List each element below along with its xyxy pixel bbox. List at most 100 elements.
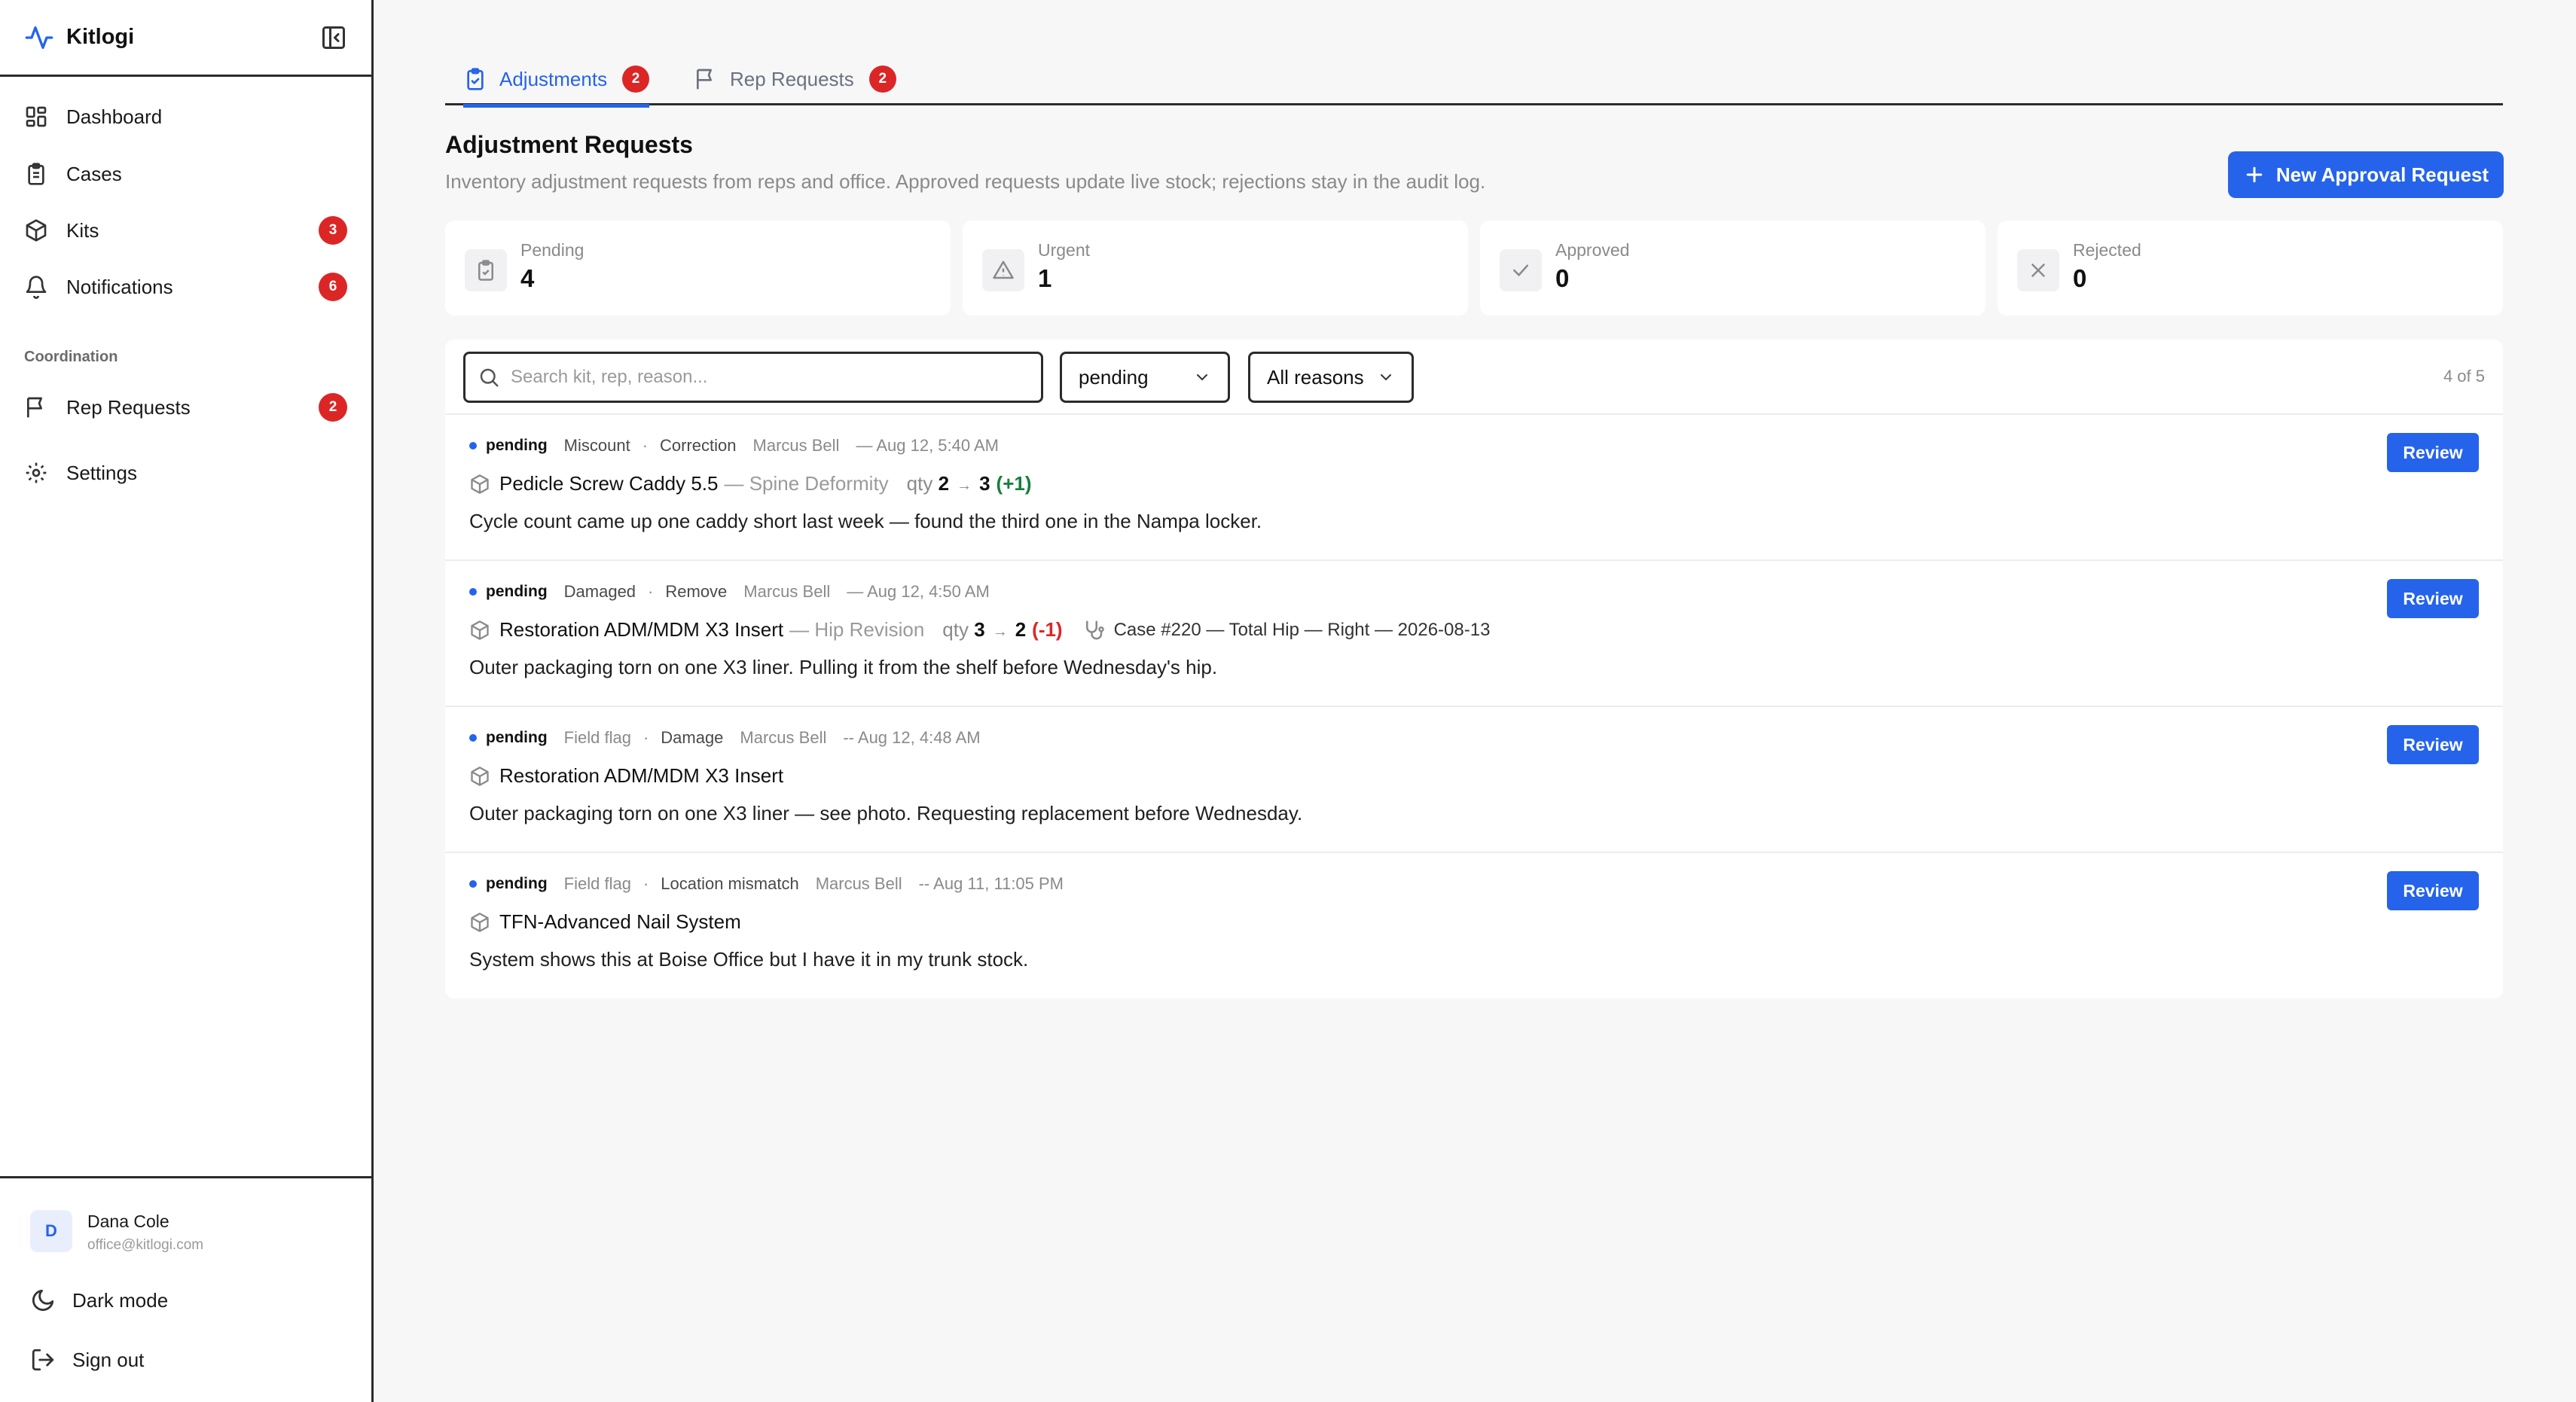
stat-label: Rejected xyxy=(2073,240,2141,260)
request-reason: Damage xyxy=(661,728,724,747)
request-meta: pending Field flag · Location mismatch M… xyxy=(469,874,1064,894)
check-icon xyxy=(1500,249,1542,291)
sidebar-item-settings[interactable]: Settings xyxy=(24,453,347,492)
tab-rep-requests[interactable]: Rep Requests 2 xyxy=(694,53,896,105)
search-field[interactable] xyxy=(463,352,1043,403)
dark-mode-toggle[interactable]: Dark mode xyxy=(30,1282,168,1319)
review-button[interactable]: Review xyxy=(2387,433,2479,472)
kit-name: Restoration ADM/MDM X3 Insert xyxy=(499,764,784,787)
new-approval-request-button[interactable]: New Approval Request xyxy=(2228,151,2504,198)
sidebar-item-label: Notifications xyxy=(66,275,173,298)
tab-count-badge: 2 xyxy=(868,66,896,93)
bell-icon xyxy=(24,275,48,299)
reason-filter-select[interactable]: All reasons xyxy=(1248,352,1414,403)
qty-change: qty 3 → 2 (-1) xyxy=(942,618,1062,642)
request-description: System shows this at Boise Office but I … xyxy=(469,948,1029,971)
request-detail: Restoration ADM/MDM X3 Insert xyxy=(469,764,783,788)
status-filter-select[interactable]: pending xyxy=(1060,352,1230,403)
main-content: Adjustments 2 Rep Requests 2 Adjustment … xyxy=(376,0,2576,1402)
pulse-logo-icon xyxy=(24,23,54,53)
reason-filter-value: All reasons xyxy=(1267,365,1364,389)
clipboard-icon xyxy=(24,162,48,186)
status-label: pending xyxy=(486,437,548,454)
sidebar-item-notifications[interactable]: Notifications 6 xyxy=(24,267,347,306)
qty-label: qty xyxy=(942,618,969,641)
tab-label: Rep Requests xyxy=(730,67,854,90)
separator-dot: · xyxy=(642,436,649,455)
gear-icon xyxy=(24,461,48,485)
page-subtitle: Inventory adjustment requests from reps … xyxy=(445,170,1486,193)
review-button[interactable]: Review xyxy=(2387,579,2479,618)
dark-mode-label: Dark mode xyxy=(72,1288,169,1312)
request-description: Outer packaging torn on one X3 liner — s… xyxy=(469,802,1303,824)
request-type: Miscount xyxy=(563,436,630,455)
clipboard-check-icon xyxy=(465,249,507,291)
request-time: -- Aug 11, 11:05 PM xyxy=(918,874,1064,893)
request-rep: Marcus Bell xyxy=(815,874,902,893)
chevron-down-icon xyxy=(1193,368,1211,386)
stat-card-pending: Pending 4 xyxy=(445,221,951,315)
result-count: 4 of 5 xyxy=(2443,367,2485,386)
request-time: — Aug 12, 5:40 AM xyxy=(856,436,1000,455)
tab-adjustments[interactable]: Adjustments 2 xyxy=(463,53,650,108)
status-label: pending xyxy=(486,875,548,892)
chevron-down-icon xyxy=(1377,368,1395,386)
kit-name: TFN-Advanced Nail System xyxy=(499,910,741,933)
status-dot xyxy=(469,442,477,450)
request-row: pending Field flag · Location mismatch M… xyxy=(445,853,2503,999)
sidebar: Kitlogi Dashboard Cases Kits 3 Notificat… xyxy=(0,0,374,1402)
request-row: pending Miscount · Correction Marcus Bel… xyxy=(445,415,2503,561)
app-name: Kitlogi xyxy=(66,25,135,49)
stethoscope-icon xyxy=(1085,620,1104,639)
request-detail: Pedicle Screw Caddy 5.5 — Spine Deformit… xyxy=(469,472,1032,495)
request-detail: TFN-Advanced Nail System xyxy=(469,910,741,934)
review-button[interactable]: Review xyxy=(2387,725,2479,764)
user-name: Dana Cole xyxy=(87,1212,169,1231)
procedure-name: — Hip Revision xyxy=(789,618,925,641)
request-row: pending Damaged · Remove Marcus Bell — A… xyxy=(445,561,2503,707)
sidebar-item-cases[interactable]: Cases xyxy=(24,154,347,194)
sidebar-item-rep-requests[interactable]: Rep Requests 2 xyxy=(24,388,347,427)
status-dot xyxy=(469,880,477,888)
status-dot xyxy=(469,588,477,596)
request-time: -- Aug 12, 4:48 AM xyxy=(843,728,981,747)
package-icon xyxy=(469,620,490,641)
stat-card-approved: Approved 0 xyxy=(1480,221,1985,315)
dashboard-icon xyxy=(24,105,48,129)
sidebar-item-label: Rep Requests xyxy=(66,395,191,419)
sign-out-button[interactable]: Sign out xyxy=(30,1341,144,1379)
stats-row: Pending 4 Urgent 1 Approved 0 Rejected 0 xyxy=(445,221,2503,315)
moon-icon xyxy=(30,1288,56,1313)
user-email: office@kitlogi.com xyxy=(87,1237,204,1253)
tab-count-badge: 2 xyxy=(622,66,650,93)
stat-value: 1 xyxy=(1038,264,1052,292)
request-row: pending Field flag · Damage Marcus Bell … xyxy=(445,707,2503,853)
linked-case[interactable]: Case #220 — Total Hip — Right — 2026-08-… xyxy=(1082,619,1490,642)
request-reason: Correction xyxy=(660,436,737,455)
request-reason: Location mismatch xyxy=(661,874,799,893)
sidebar-item-label: Kits xyxy=(66,218,99,242)
sign-out-label: Sign out xyxy=(72,1348,145,1371)
sidebar-collapse-icon[interactable] xyxy=(320,24,347,51)
request-time: — Aug 12, 4:50 AM xyxy=(847,582,990,601)
search-input[interactable] xyxy=(511,367,1029,388)
log-out-icon xyxy=(30,1347,56,1373)
sidebar-item-dashboard[interactable]: Dashboard xyxy=(24,97,347,136)
review-button[interactable]: Review xyxy=(2387,871,2479,910)
rep-requests-count-badge: 2 xyxy=(319,393,347,422)
request-reason: Remove xyxy=(665,582,728,601)
request-detail: Restoration ADM/MDM X3 Insert — Hip Revi… xyxy=(469,618,1490,642)
sidebar-item-label: Dashboard xyxy=(66,105,163,128)
request-type: Field flag xyxy=(563,728,631,747)
stat-value: 0 xyxy=(1555,264,1570,292)
section-label-coordination: Coordination xyxy=(24,349,118,365)
x-icon xyxy=(2017,249,2059,291)
warning-icon xyxy=(982,249,1024,291)
request-meta: pending Field flag · Damage Marcus Bell … xyxy=(469,728,981,748)
arrow-right-icon: → xyxy=(992,623,1008,640)
separator-dot: · xyxy=(642,874,649,893)
request-type: Damaged xyxy=(563,582,636,601)
request-rep: Marcus Bell xyxy=(752,436,840,455)
sidebar-item-kits[interactable]: Kits 3 xyxy=(24,211,347,250)
stat-label: Pending xyxy=(520,240,584,260)
